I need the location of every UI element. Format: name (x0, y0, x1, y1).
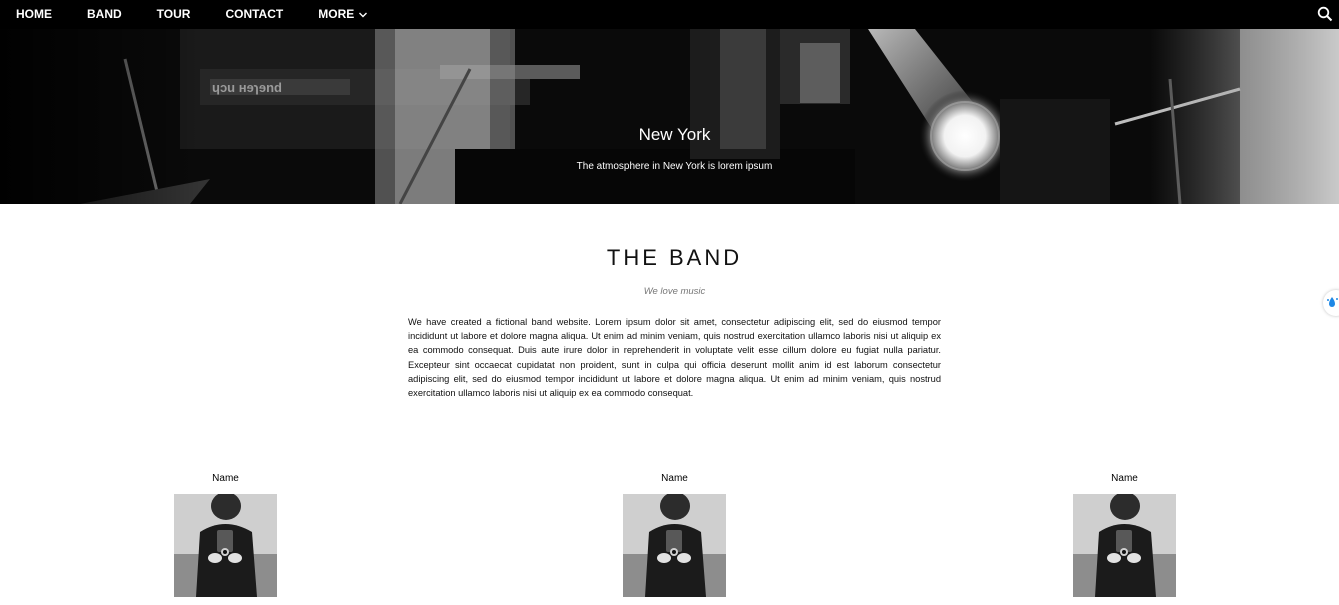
member-photo[interactable] (623, 494, 726, 597)
member-photo[interactable] (174, 494, 277, 597)
band-tagline: We love music (643, 286, 706, 297)
member-name: Name (661, 473, 688, 484)
band-member-card: Name (174, 473, 277, 597)
nav-home-link[interactable]: HOME (0, 0, 68, 29)
svg-text:ɥɔu ʜɘɿɘnd: ɥɔu ʜɘɿɘnd (212, 80, 282, 95)
water-drop-icon (1327, 297, 1338, 307)
hero-slide: ɥɔu ʜɘɿɘnd New York The atmosphere in Ne… (0, 29, 1339, 204)
hero-background-image: ɥɔu ʜɘɿɘnd (0, 29, 1339, 204)
member-name: Name (1111, 473, 1138, 484)
side-widget-button[interactable] (1323, 290, 1339, 316)
nav-band-link[interactable]: BAND (71, 0, 138, 29)
nav-contact-link[interactable]: CONTACT (209, 0, 299, 29)
top-navbar: HOME BAND TOUR CONTACT MORE (0, 0, 1339, 29)
nav-more-label: MORE (318, 7, 355, 21)
chevron-down-icon (359, 12, 368, 17)
band-description: We have created a fictional band website… (408, 317, 941, 399)
nav-more-dropdown[interactable]: MORE (302, 0, 384, 29)
band-member-card: Name (623, 473, 726, 597)
hero-subtitle: The atmosphere in New York is lorem ipsu… (576, 161, 773, 172)
band-section-title: THE BAND (606, 245, 743, 270)
hero-title: New York (638, 125, 711, 144)
nav-tour-link[interactable]: TOUR (141, 0, 207, 29)
member-name: Name (212, 473, 239, 484)
band-member-card: Name (1073, 473, 1176, 597)
member-photo[interactable] (1073, 494, 1176, 597)
search-icon[interactable] (1317, 6, 1333, 22)
